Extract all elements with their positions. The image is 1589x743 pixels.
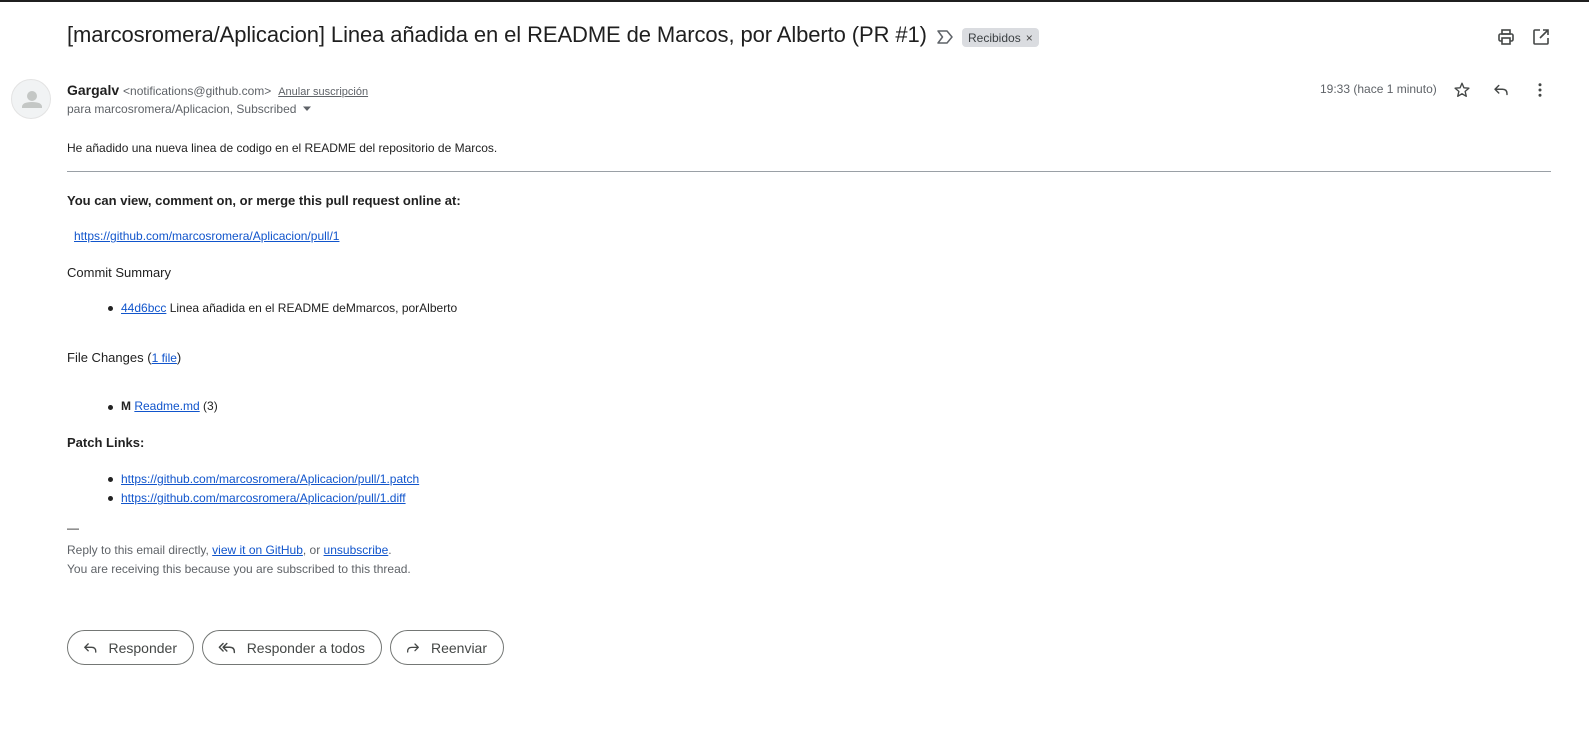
divider (67, 171, 1551, 172)
view-pr-heading: You can view, comment on, or merge this … (67, 193, 461, 208)
recipient-text: para marcosromera/Aplicacion, Subscribed (67, 102, 297, 116)
view-on-github-link[interactable]: view it on GitHub (212, 543, 303, 557)
print-icon (1498, 29, 1514, 45)
forward-button[interactable]: Reenviar (390, 630, 504, 665)
diff-bullet (108, 496, 113, 501)
sender-email: <notifications@github.com> (123, 84, 272, 98)
print-button[interactable] (1492, 23, 1520, 51)
remove-label-button[interactable]: × (1026, 31, 1033, 45)
reply-button-label: Responder (108, 639, 178, 656)
diff-link[interactable]: https://github.com/marcosromera/Aplicaci… (121, 491, 406, 505)
label-chip-text: Recibidos (968, 30, 1021, 45)
label-important-icon[interactable] (936, 29, 954, 45)
forward-button-label: Reenviar (430, 639, 487, 656)
file-name-link[interactable]: Readme.md (134, 399, 199, 413)
reply-icon (1494, 84, 1508, 96)
patch-link[interactable]: https://github.com/marcosromera/Aplicaci… (121, 472, 419, 486)
reply-all-button-label: Responder a todos (246, 639, 365, 656)
file-changes-close: ) (176, 350, 182, 365)
recipient-line[interactable]: para marcosromera/Aplicacion, Subscribed (67, 102, 312, 116)
commit-bullet (108, 306, 113, 311)
footer-receiving-text: You are receiving this because you are s… (67, 562, 411, 576)
sender-name: Gargalv (67, 82, 120, 98)
footer-or: , or (302, 543, 324, 557)
footer-unsubscribe-link[interactable]: unsubscribe (324, 543, 389, 557)
open-new-window-button[interactable] (1527, 23, 1555, 51)
commit-hash-link[interactable]: 44d6bcc (121, 301, 166, 315)
file-bullet (108, 405, 113, 410)
sender-line: Gargalv <notifications@github.com> Anula… (67, 82, 368, 98)
patch-links-heading: Patch Links: (67, 435, 145, 450)
unsubscribe-link[interactable]: Anular suscripción (278, 86, 368, 98)
commit-summary-heading: Commit Summary (67, 265, 172, 280)
file-changes-heading: File Changes (1 file) (67, 350, 181, 365)
reply-header-button[interactable] (1488, 77, 1514, 103)
star-button[interactable] (1449, 77, 1475, 103)
pr-link[interactable]: https://github.com/marcosromera/Aplicaci… (74, 229, 339, 243)
more-options-button[interactable] (1527, 77, 1553, 103)
email-intro-text: He añadido una nueva linea de codigo en … (67, 141, 498, 155)
forward-icon (407, 642, 419, 653)
file-change-count: (3) (199, 399, 218, 413)
commit-item: 44d6bcc Linea añadida en el README deMma… (121, 301, 457, 315)
file-changes-open: ( (143, 350, 152, 365)
avatar-person-icon (22, 91, 42, 108)
star-icon (1454, 82, 1470, 97)
footer-period: . (388, 543, 392, 557)
file-item: M Readme.md (3) (121, 399, 218, 413)
reply-button[interactable]: Responder (67, 630, 194, 665)
more-vert-icon (1538, 83, 1542, 97)
email-subject: [marcosromera/Aplicacion] Linea añadida … (67, 22, 927, 47)
footer-dash: — (67, 521, 79, 535)
footer-reply-prefix: Reply to this email directly, (67, 543, 213, 557)
file-count-link[interactable]: 1 file (152, 351, 177, 365)
file-mode: M (121, 399, 131, 413)
avatar (11, 79, 51, 119)
label-chip-inbox: Recibidos × (962, 28, 1039, 47)
open-in-new-window-icon (1533, 29, 1549, 45)
reply-all-button[interactable]: Responder a todos (202, 630, 382, 665)
patch-bullet (108, 477, 113, 482)
chevron-down-icon[interactable] (302, 106, 312, 112)
footer-reply-line: Reply to this email directly, view it on… (67, 543, 392, 557)
email-time: 19:33 (hace 1 minuto) (1320, 82, 1437, 96)
file-changes-label: File Changes (67, 350, 144, 365)
reply-all-icon (218, 642, 236, 653)
commit-message: Linea añadida en el README deMmarcos, po… (166, 301, 458, 315)
reply-icon (84, 642, 97, 653)
